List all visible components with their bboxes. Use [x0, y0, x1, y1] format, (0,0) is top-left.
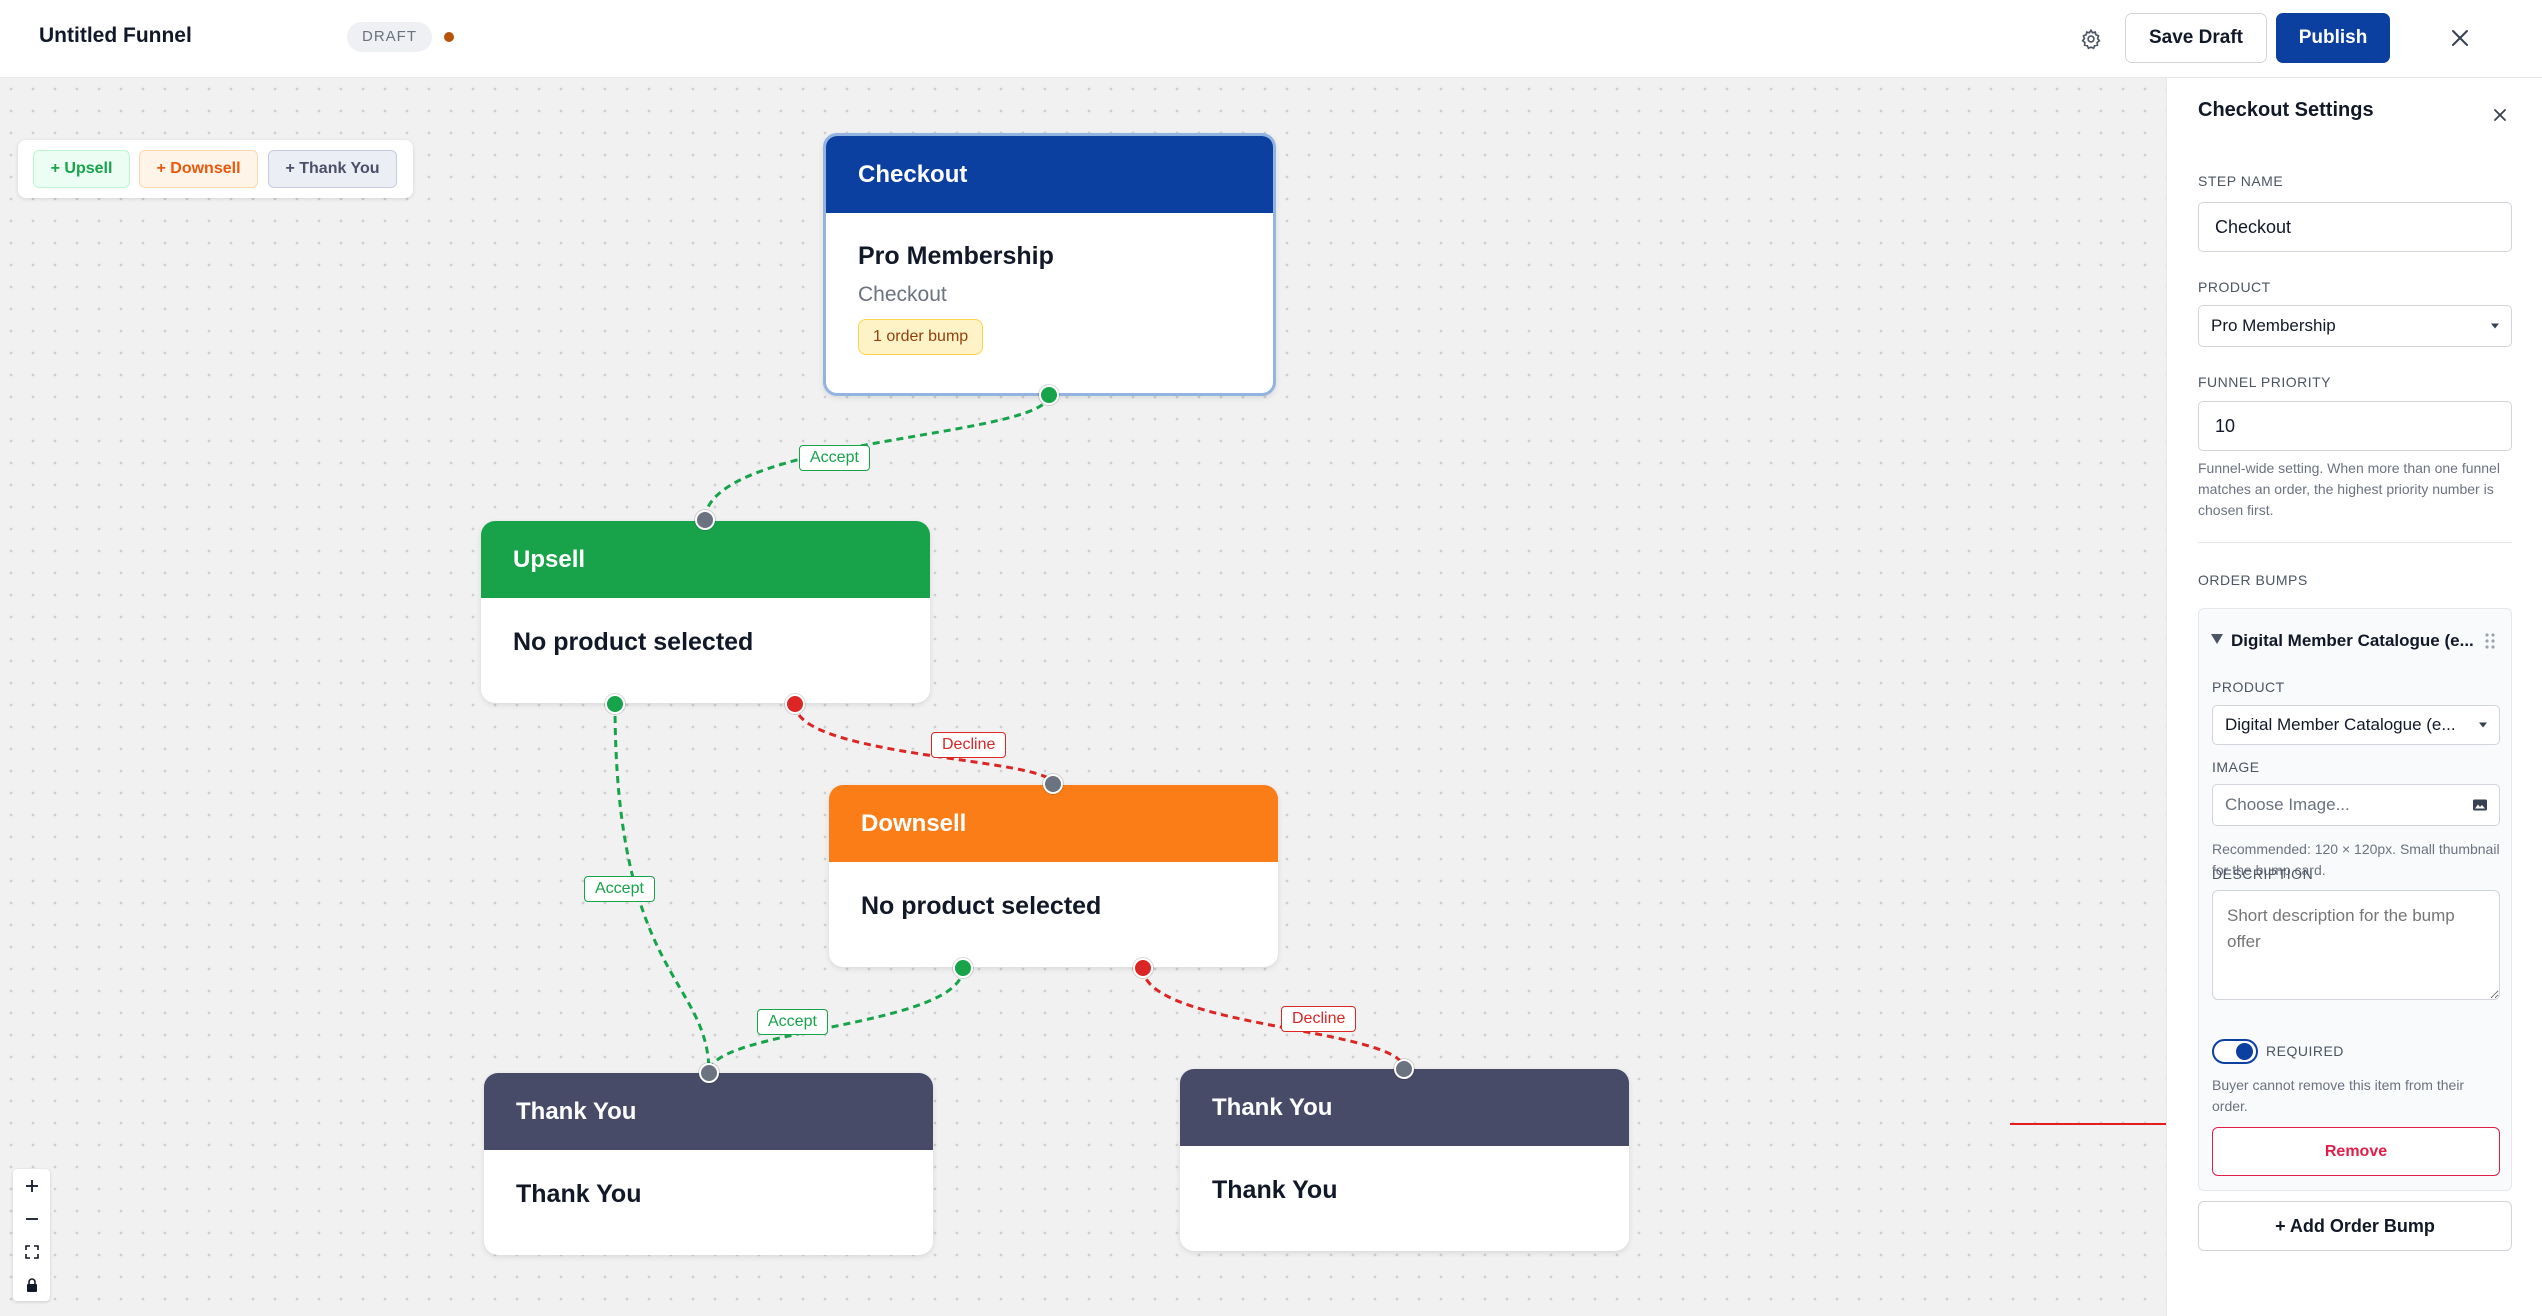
edge-label-decline: Decline: [931, 732, 1007, 758]
top-bar: Untitled Funnel DRAFT Save Draft Publish: [0, 0, 2542, 78]
product-label: PRODUCT: [2198, 279, 2271, 295]
thank-you-input-handle[interactable]: [1394, 1059, 1414, 1079]
upsell-node-header: Upsell: [481, 521, 930, 598]
minus-icon: [25, 1217, 38, 1220]
bump-image-label: IMAGE: [2212, 759, 2260, 775]
thank-you-node-header: Thank You: [1180, 1069, 1629, 1146]
add-upsell-button[interactable]: + Upsell: [33, 150, 130, 188]
panel-close-button[interactable]: [2485, 100, 2515, 130]
close-icon: [2494, 109, 2506, 121]
funnel-canvas[interactable]: + Upsell + Downsell + Thank You Checkout…: [0, 78, 2166, 1316]
thank-you-node-title: Thank You: [1212, 1176, 1338, 1204]
required-help: Buyer cannot remove this item from their…: [2212, 1077, 2465, 1114]
upsell-accept-handle[interactable]: [605, 694, 625, 714]
downsell-node[interactable]: Downsell No product selected: [829, 785, 1278, 967]
lock-button[interactable]: [13, 1268, 50, 1301]
edge-upsell-decline[interactable]: [793, 703, 1055, 785]
status-badge: DRAFT: [347, 22, 432, 52]
upsell-input-handle[interactable]: [695, 510, 715, 530]
edge-label-accept: Accept: [799, 445, 870, 471]
upsell-node-product: No product selected: [513, 628, 754, 656]
lock-icon: [26, 1277, 37, 1292]
publish-button[interactable]: Publish: [2276, 13, 2390, 63]
bump-product-value: Digital Member Catalogue (e...: [2225, 715, 2456, 734]
checkout-node-type: Checkout: [858, 283, 947, 306]
canvas-controls: [13, 1169, 50, 1301]
thank-you-node[interactable]: Thank You Thank You: [484, 1073, 933, 1255]
downsell-decline-handle[interactable]: [1133, 958, 1153, 978]
downsell-node-header: Downsell: [829, 785, 1278, 862]
image-icon: [2473, 799, 2487, 811]
step-name-input[interactable]: [2198, 202, 2512, 252]
settings-button[interactable]: [2074, 22, 2108, 56]
fit-view-icon: [24, 1244, 39, 1259]
funnel-priority-label: FUNNEL PRIORITY: [2198, 374, 2331, 390]
step-name-label: STEP NAME: [2198, 173, 2284, 189]
checkout-node-header: Checkout: [826, 136, 1273, 213]
remove-bump-button[interactable]: Remove: [2212, 1127, 2500, 1176]
upsell-node[interactable]: Upsell No product selected: [481, 521, 930, 703]
order-bump-card: Digital Member Catalogue (e... PRODUCT D…: [2198, 608, 2512, 1191]
edge-downsell-decline[interactable]: [1141, 967, 1406, 1070]
fit-view-button[interactable]: [13, 1235, 50, 1268]
close-editor-button[interactable]: [2440, 20, 2480, 56]
section-divider: [2198, 542, 2512, 543]
zoom-in-button[interactable]: [13, 1169, 50, 1202]
product-select-value: Pro Membership: [2211, 316, 2336, 335]
required-toggle-knob: [2236, 1043, 2253, 1060]
gear-icon: [2081, 28, 2101, 50]
triangle-down-icon[interactable]: [2211, 634, 2223, 644]
add-order-bump-button[interactable]: + Add Order Bump: [2198, 1201, 2512, 1251]
order-bump-badge: 1 order bump: [858, 319, 984, 355]
annotation-arrow-icon: [2010, 1123, 2166, 1125]
product-select[interactable]: Pro Membership: [2198, 305, 2512, 347]
order-bump-header[interactable]: Digital Member Catalogue (e...: [2211, 631, 2501, 655]
thank-you-node-title: Thank You: [516, 1180, 642, 1208]
order-bumps-label: ORDER BUMPS: [2198, 572, 2308, 588]
unsaved-dot: [444, 32, 454, 42]
funnel-priority-input[interactable]: [2198, 401, 2512, 451]
required-toggle[interactable]: [2212, 1039, 2258, 1064]
add-step-toolbar: + Upsell + Downsell + Thank You: [18, 140, 413, 198]
thank-you-node-header: Thank You: [484, 1073, 933, 1150]
edge-label-decline: Decline: [1281, 1006, 1357, 1032]
funnel-title[interactable]: Untitled Funnel: [39, 24, 192, 48]
edge-downsell-accept[interactable]: [707, 967, 965, 1074]
bump-product-label: PRODUCT: [2212, 679, 2285, 695]
edge-checkout-accept[interactable]: [703, 394, 1051, 521]
panel-title: Checkout Settings: [2198, 99, 2374, 121]
bump-product-select[interactable]: Digital Member Catalogue (e...: [2212, 705, 2500, 745]
checkout-node-product: Pro Membership: [858, 242, 1054, 270]
add-downsell-button[interactable]: + Downsell: [139, 150, 258, 188]
downsell-node-product: No product selected: [861, 892, 1102, 920]
bump-image-placeholder: Choose Image...: [2225, 795, 2350, 814]
bump-description-label: DESCRIPTION: [2212, 866, 2314, 882]
bump-description-input[interactable]: [2212, 890, 2500, 1000]
order-bump-title: Digital Member Catalogue (e...: [2231, 631, 2474, 650]
downsell-accept-handle[interactable]: [953, 958, 973, 978]
add-thank-you-button[interactable]: + Thank You: [268, 150, 397, 188]
save-draft-button[interactable]: Save Draft: [2125, 13, 2267, 63]
downsell-input-handle[interactable]: [1043, 774, 1063, 794]
zoom-out-button[interactable]: [13, 1202, 50, 1235]
checkout-accept-handle[interactable]: [1039, 385, 1059, 405]
checkout-settings-panel: Checkout Settings STEP NAME PRODUCT Pro …: [2166, 78, 2542, 1316]
chevron-down-icon: [2491, 323, 2499, 329]
checkout-node[interactable]: Checkout Pro Membership Checkout 1 order…: [823, 133, 1276, 396]
drag-handle-icon[interactable]: [2485, 633, 2495, 649]
plus-icon: [25, 1179, 38, 1192]
bump-image-picker[interactable]: Choose Image...: [2212, 784, 2500, 826]
edge-label-accept: Accept: [757, 1009, 828, 1035]
chevron-down-icon: [2479, 722, 2487, 728]
required-label: REQUIRED: [2266, 1043, 2344, 1059]
edge-label-accept: Accept: [584, 876, 655, 902]
thank-you-input-handle[interactable]: [699, 1063, 719, 1083]
upsell-decline-handle[interactable]: [785, 694, 805, 714]
funnel-priority-help: Funnel-wide setting. When more than one …: [2198, 460, 2500, 518]
close-icon: [2452, 30, 2468, 46]
thank-you-node[interactable]: Thank You Thank You: [1180, 1069, 1629, 1251]
